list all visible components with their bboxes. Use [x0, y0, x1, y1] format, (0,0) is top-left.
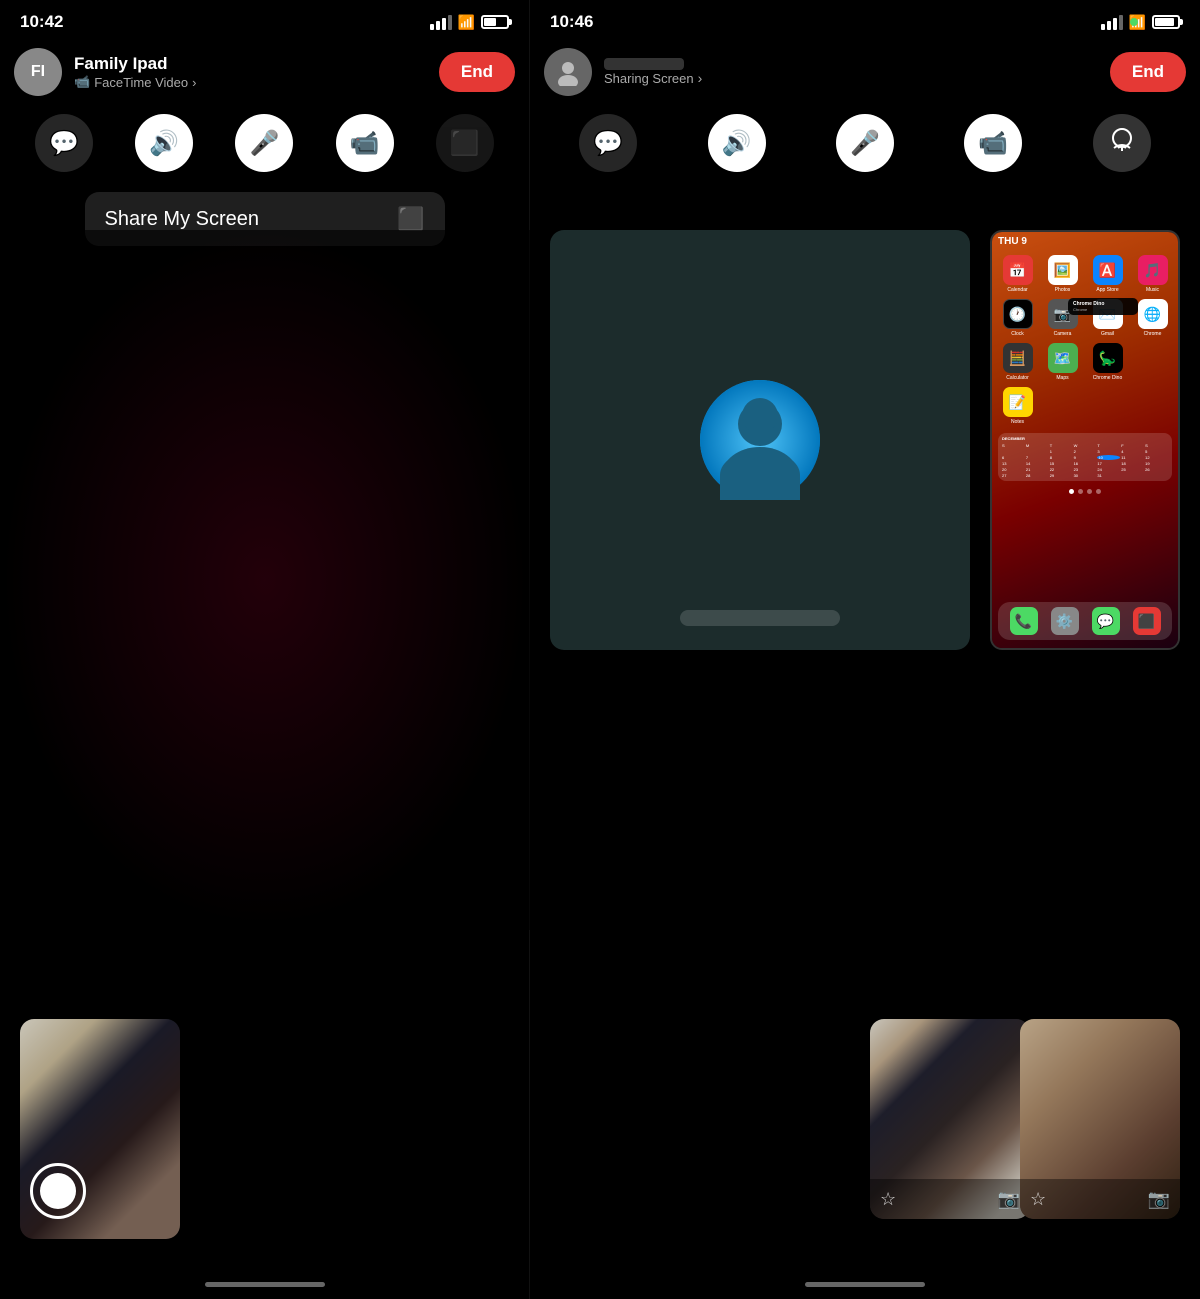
right-call-info: Sharing Screen › [604, 58, 1098, 86]
ios-app-maps: 🗺️ Maps [1043, 343, 1082, 381]
right-mic-button[interactable]: 🎤 [836, 114, 894, 172]
left-battery [481, 15, 509, 29]
thumb-overlay-right: ☆ 📷 [1020, 1179, 1180, 1219]
ios-dock: 📞 ⚙️ 💬 ⬛ [998, 602, 1172, 640]
left-speaker-button[interactable]: 🔊 [135, 114, 193, 172]
dock-phone: 📞 [1010, 607, 1038, 635]
ios-home-screen: THU 9 📅 Calendar 🖼️ Photos 🅰️ App Store … [992, 232, 1178, 648]
left-bg-tint [0, 230, 530, 930]
left-speaker-icon: 🔊 [149, 129, 179, 158]
dock-settings: ⚙️ [1051, 607, 1079, 635]
left-screencast-button[interactable]: ⬛ [436, 114, 494, 172]
star-icon-right[interactable]: ☆ [1030, 1189, 1046, 1210]
record-button[interactable] [30, 1163, 86, 1219]
right-message-button[interactable]: 💬 [579, 114, 637, 172]
share-screen-icon: ⬛ [397, 206, 424, 232]
left-wifi-icon: 📶 [458, 14, 475, 31]
ios-app-grid: 📅 Calendar 🖼️ Photos 🅰️ App Store 🎵 Musi… [992, 251, 1178, 429]
ios-page-dots [992, 485, 1178, 498]
phone-right: 10:46 📶 Sh [530, 0, 1200, 1299]
left-call-name: Family Ipad [74, 54, 427, 74]
right-battery [1152, 15, 1180, 29]
ios-app-empty [1133, 343, 1172, 381]
right-speaker-icon: 🔊 [722, 129, 752, 158]
ios-app-appstore: 🅰️ App Store [1088, 255, 1127, 293]
left-camera-icon: 📹 [350, 129, 380, 158]
right-main-call-view [550, 230, 970, 650]
right-home-indicator [805, 1282, 925, 1287]
left-mic-button[interactable]: 🎤 [235, 114, 293, 172]
left-call-header: FI Family Ipad 📹 FaceTime Video › End [0, 40, 529, 104]
right-end-button[interactable]: End [1110, 52, 1186, 92]
camera-icon-right[interactable]: 📷 [1148, 1189, 1170, 1210]
calendar-grid: SMTWTFS 12345 6789101112 13141516171819 … [1002, 443, 1168, 478]
person-icon [554, 58, 582, 86]
left-screencast-icon: ⬛ [450, 129, 480, 158]
ios-app-notes: 📝 Notes [998, 387, 1037, 425]
dock-multi: ⬛ [1133, 607, 1161, 635]
left-status-icons: 📶 [430, 14, 509, 31]
left-message-button[interactable]: 💬 [35, 114, 93, 172]
left-call-info: Family Ipad 📹 FaceTime Video › [74, 54, 427, 90]
left-call-subtitle: 📹 FaceTime Video › [74, 74, 427, 90]
right-name-bar [604, 58, 684, 70]
left-message-icon: 💬 [49, 129, 79, 158]
right-status-bar: 10:46 📶 [530, 0, 1200, 40]
left-camera-button[interactable]: 📹 [336, 114, 394, 172]
calendar-month: DECEMBER [1002, 436, 1168, 441]
dock-messages: 💬 [1092, 607, 1120, 635]
chrome-dino-tooltip: Chrome Dino Chrome [1068, 298, 1138, 315]
right-controls-row: 💬 🔊 🎤 📹 [530, 104, 1200, 182]
ios-calendar-widget: DECEMBER SMTWTFS 12345 6789101112 131415… [998, 433, 1172, 481]
right-avatar [544, 48, 592, 96]
right-message-icon: 💬 [593, 129, 623, 158]
ios-app-photos: 🖼️ Photos [1043, 255, 1082, 293]
ios-app-calculator: 🧮 Calculator [998, 343, 1037, 381]
ios-app-music: 🎵 Music [1133, 255, 1172, 293]
right-call-header: Sharing Screen › End [530, 40, 1200, 104]
main-avatar-svg [700, 380, 820, 500]
share-screen-label: Share My Screen [105, 208, 260, 231]
right-camera-icon: 📹 [978, 129, 1008, 158]
left-time: 10:42 [20, 12, 63, 32]
star-icon-left[interactable]: ☆ [880, 1189, 896, 1210]
thumb-overlay-left: ☆ 📷 [870, 1179, 1030, 1219]
green-dot-indicator [1130, 18, 1138, 26]
right-time: 10:46 [550, 12, 593, 32]
left-signal [430, 15, 452, 30]
left-avatar: FI [14, 48, 62, 96]
chrome-dino-sublabel: Chrome [1073, 307, 1133, 312]
ios-app-clock: 🕐 Clock [998, 299, 1037, 337]
screen-share-preview: THU 9 📅 Calendar 🖼️ Photos 🅰️ App Store … [990, 230, 1180, 650]
right-camera-button[interactable]: 📹 [964, 114, 1022, 172]
left-controls-row: 💬 🔊 🎤 📹 ⬛ [0, 104, 529, 182]
right-status-icons: 📶 [1101, 14, 1180, 31]
main-call-avatar [700, 380, 820, 500]
page-dot-3 [1087, 489, 1092, 494]
call-name-hidden [680, 610, 840, 626]
record-button-inner [40, 1173, 76, 1209]
ios-app-chromedino: 🦕 Chrome Dino Chrome Dino Chrome [1088, 343, 1127, 381]
right-signal [1101, 15, 1123, 30]
ios-app-chrome: 🌐 Chrome [1133, 299, 1172, 337]
left-end-button[interactable]: End [439, 52, 515, 92]
right-sharing-label: Sharing Screen › [604, 70, 1098, 86]
camera-icon-left[interactable]: 📷 [998, 1189, 1020, 1210]
left-home-indicator [205, 1282, 325, 1287]
page-dot-2 [1078, 489, 1083, 494]
right-screenshare-icon [1108, 128, 1136, 158]
left-mic-icon: 🎤 [250, 129, 280, 158]
left-status-bar: 10:42 📶 [0, 0, 529, 40]
right-mic-icon: 🎤 [850, 129, 880, 158]
right-speaker-button[interactable]: 🔊 [708, 114, 766, 172]
phone-left: 10:42 📶 FI Family Ipad 📹 FaceTime Video … [0, 0, 530, 1299]
page-dot-4 [1096, 489, 1101, 494]
thumbnail-face: ☆ 📷 [1020, 1019, 1180, 1219]
ios-time: THU 9 [992, 232, 1178, 251]
page-dot-1 [1069, 489, 1074, 494]
thumbnail-room: ☆ 📷 [870, 1019, 1030, 1219]
ios-app-calendar: 📅 Calendar [998, 255, 1037, 293]
right-screenshare-button[interactable] [1093, 114, 1151, 172]
